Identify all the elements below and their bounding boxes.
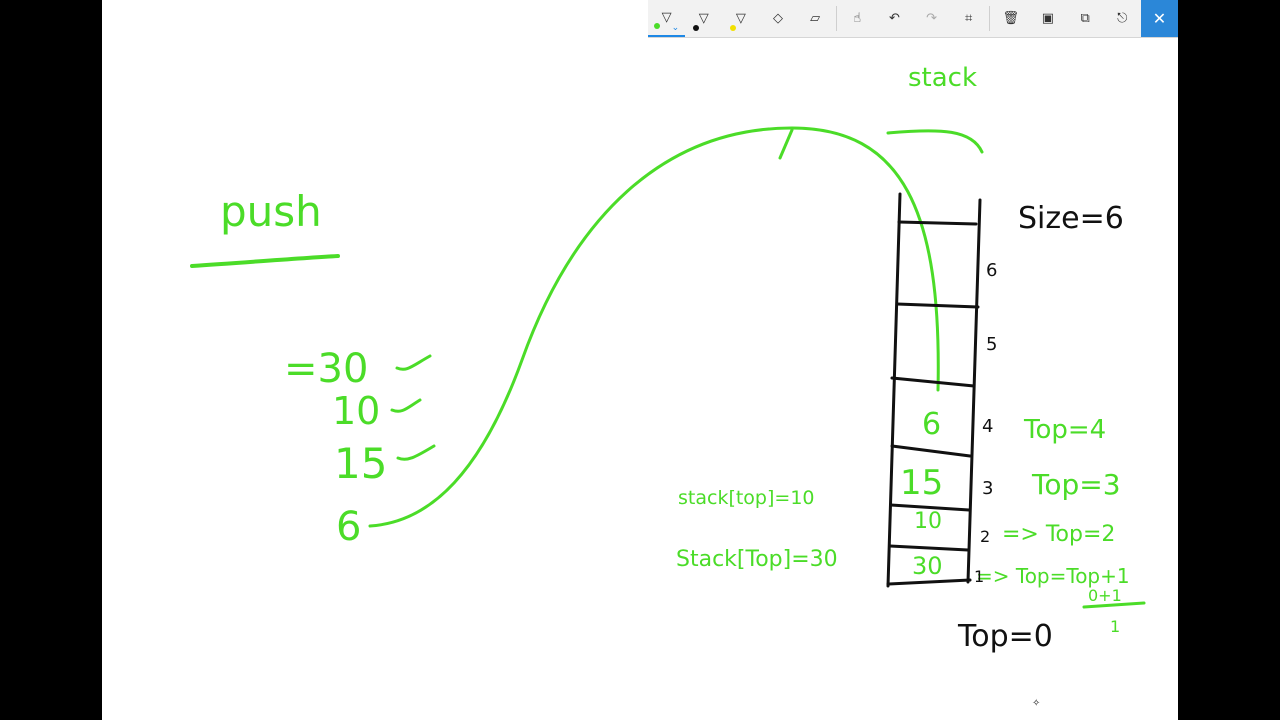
pushed-value: =30 xyxy=(284,346,368,392)
top-label: Top=3 xyxy=(1031,468,1121,501)
stack-brace xyxy=(886,129,984,154)
pen-color-swatch xyxy=(654,23,660,29)
stack-divider xyxy=(895,302,980,309)
touch-writing-icon: ☝ xyxy=(853,11,862,26)
stack-divider xyxy=(890,444,972,458)
stack-bottom xyxy=(886,578,972,586)
push-title: push xyxy=(220,187,322,236)
stack-index: 5 xyxy=(986,334,997,355)
push-underline xyxy=(190,254,340,268)
copy-icon: ⧉ xyxy=(1080,11,1090,26)
ink-layer: push stack =30 10 15 6 6 15 10 30 Top=4 … xyxy=(190,63,1146,709)
stack-label: stack xyxy=(908,63,977,93)
cursor-icon: ✧ xyxy=(1032,698,1040,709)
stack-divider xyxy=(890,376,976,388)
copy-button[interactable]: ⧉ xyxy=(1067,0,1104,37)
highlighter-icon: ▽ xyxy=(735,11,746,26)
formula-fraction: 0+1 xyxy=(1088,586,1122,605)
pen-color-swatch xyxy=(693,25,700,31)
toolbar-divider xyxy=(989,6,991,31)
stack-index: 3 xyxy=(982,478,993,499)
top-zero-label: Top=0 xyxy=(957,619,1053,654)
save-button[interactable]: ▣ xyxy=(1029,0,1066,37)
touch-writing-button[interactable]: ☝ xyxy=(839,0,876,37)
stack-cell-value: 10 xyxy=(914,509,942,534)
delete-button[interactable]: 🗑 xyxy=(992,0,1029,37)
crop-icon: ⌗ xyxy=(965,11,973,26)
check-mark xyxy=(396,444,436,461)
eraser-icon: ◇ xyxy=(772,11,783,26)
ink-toolbar: ▽ ⌄ ▽ ▽ ◇ ▱ ☝ ↶ ↷ ⌗ 🗑 ▣ ⧉ ⎋ ✕ xyxy=(648,0,1178,38)
chevron-down-icon[interactable]: ⌄ xyxy=(672,23,680,33)
stack-left-wall xyxy=(886,192,902,588)
eraser-button[interactable]: ◇ xyxy=(759,0,796,37)
close-icon: ✕ xyxy=(1152,9,1167,28)
stack-cell-value: 30 xyxy=(912,552,943,580)
pen-1-button[interactable]: ▽ ⌄ xyxy=(648,0,686,37)
top-label: => Top=2 xyxy=(1002,522,1115,547)
close-button[interactable]: ✕ xyxy=(1140,0,1178,37)
check-mark xyxy=(395,354,432,371)
top-label: => Top=Top+1 xyxy=(976,564,1130,588)
stack-cell-value: 6 xyxy=(922,407,941,442)
curve-tick xyxy=(778,128,794,160)
ruler-button[interactable]: ▱ xyxy=(797,0,834,37)
share-button[interactable]: ⎋ xyxy=(1104,0,1141,37)
undo-icon: ↶ xyxy=(888,11,900,26)
drawing-canvas[interactable]: push stack =30 10 15 6 6 15 10 30 Top=4 … xyxy=(102,0,1178,720)
stack-index: 1 xyxy=(974,567,984,586)
push-arrow-curve xyxy=(368,126,940,528)
crop-button[interactable]: ⌗ xyxy=(950,0,987,37)
pen-icon: ▽ xyxy=(661,10,672,25)
check-mark xyxy=(390,398,422,413)
size-label: Size=6 xyxy=(1018,201,1124,236)
top-label: Top=4 xyxy=(1023,415,1106,445)
stack-index: 6 xyxy=(986,260,997,281)
stack-assign-note: Stack[Top]=30 xyxy=(676,547,838,572)
undo-button[interactable]: ↶ xyxy=(876,0,913,37)
pushed-value: 10 xyxy=(332,389,380,433)
pen-color-swatch xyxy=(730,25,737,31)
stack-cell-value: 15 xyxy=(900,463,943,503)
pushed-value: 15 xyxy=(334,439,387,488)
pen-icon: ▽ xyxy=(698,11,709,26)
toolbar-divider xyxy=(835,6,837,31)
stack-divider xyxy=(888,544,970,552)
stack-right-wall xyxy=(966,198,982,584)
redo-icon: ↷ xyxy=(926,11,937,26)
pen-2-button[interactable]: ▽ xyxy=(685,0,722,37)
ruler-icon: ▱ xyxy=(810,11,821,26)
stack-assign-note: stack[top]=10 xyxy=(678,487,815,509)
stack-divider xyxy=(897,220,978,226)
save-icon: ▣ xyxy=(1041,11,1055,26)
share-icon: ⎋ xyxy=(1117,11,1128,26)
stack-index: 2 xyxy=(980,527,990,546)
pushed-value: 6 xyxy=(336,504,361,550)
trash-icon: 🗑 xyxy=(1002,11,1020,26)
stack-index: 4 xyxy=(982,416,993,437)
highlighter-button[interactable]: ▽ xyxy=(722,0,759,37)
redo-button[interactable]: ↷ xyxy=(913,0,950,37)
formula-result: 1 xyxy=(1110,617,1120,636)
